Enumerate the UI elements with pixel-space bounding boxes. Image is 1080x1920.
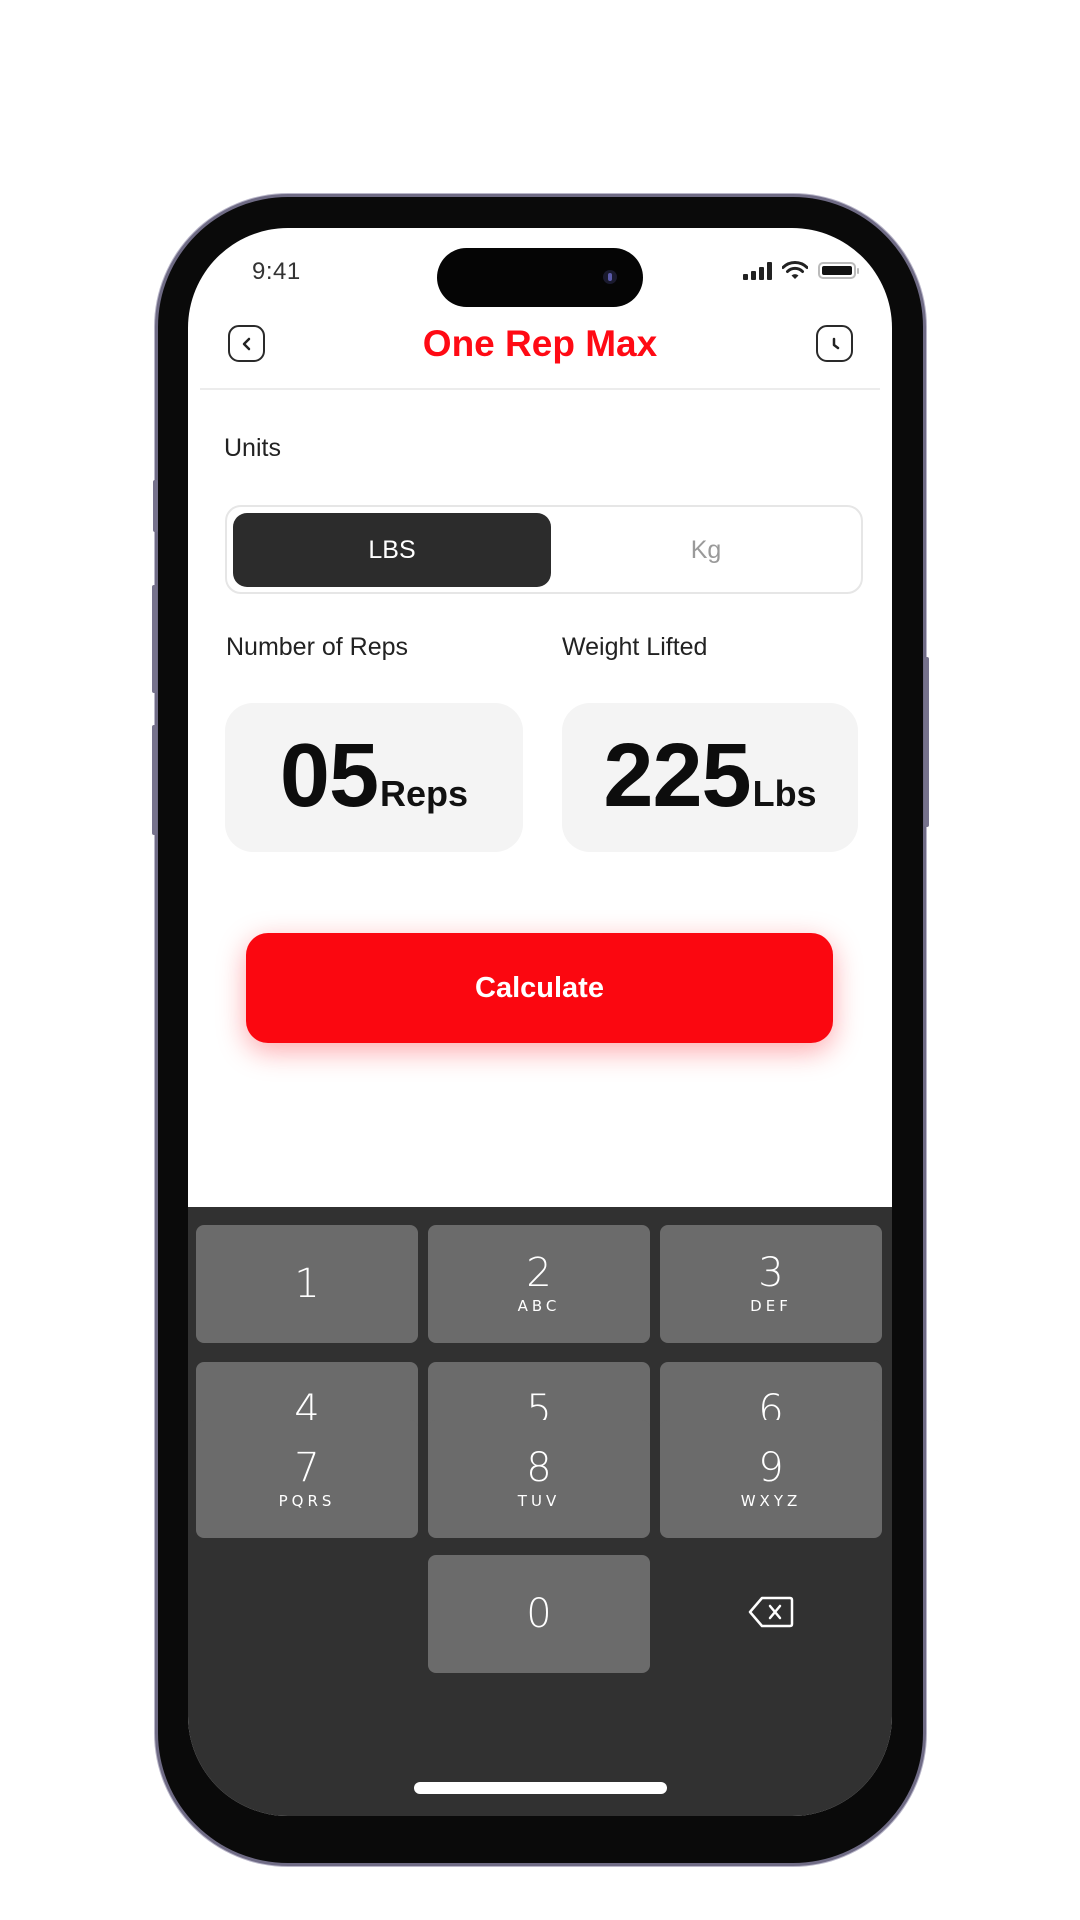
key-number: 2	[526, 1250, 552, 1296]
battery-icon	[818, 262, 859, 279]
key-1[interactable]: 1	[196, 1225, 418, 1343]
reps-value: 05	[279, 726, 379, 826]
key-number: 0	[526, 1591, 552, 1637]
key-8[interactable]: 8 TUV	[428, 1420, 650, 1538]
weight-value: 225	[603, 726, 751, 826]
reps-unit: Reps	[380, 773, 469, 814]
key-0[interactable]: 0	[428, 1555, 650, 1673]
history-button[interactable]	[816, 325, 853, 362]
unit-option-kg[interactable]: Kg	[557, 513, 855, 587]
units-label: Units	[224, 434, 281, 462]
signal-icon	[743, 261, 772, 280]
key-7[interactable]: 7 PQRS	[196, 1420, 418, 1538]
reps-input[interactable]: 05 Reps	[225, 703, 523, 852]
unit-option-lbs[interactable]: LBS	[233, 513, 551, 587]
weight-input[interactable]: 225 Lbs	[562, 703, 858, 852]
mute-switch	[153, 480, 158, 532]
clock-icon	[832, 337, 839, 349]
wifi-icon	[782, 261, 808, 279]
units-segmented-control: LBS Kg	[225, 505, 863, 594]
calculate-button[interactable]: Calculate	[246, 933, 833, 1043]
page-title: One Rep Max	[422, 323, 658, 364]
key-3[interactable]: 3 DEF	[660, 1225, 882, 1343]
header: One Rep Max	[188, 320, 892, 380]
key-number: 9	[758, 1445, 784, 1491]
key-letters: DEF	[750, 1297, 792, 1315]
key-letters: TUV	[517, 1492, 561, 1510]
weight-label: Weight Lifted	[562, 633, 708, 661]
numeric-keypad: 1 2 ABC 3 DEF 4 GHI 5 JKL 6 MNO 7 PQRS 8…	[188, 1207, 892, 1816]
power-button	[924, 657, 929, 827]
key-letters: WXYZ	[740, 1492, 802, 1510]
backspace-icon	[748, 1596, 794, 1628]
app-screen: 9:41 One Rep Max Units LBS Kg Number of …	[188, 228, 892, 1816]
key-number: 1	[294, 1261, 320, 1307]
volume-down-button	[152, 725, 157, 835]
key-9[interactable]: 9 WXYZ	[660, 1420, 882, 1538]
home-indicator[interactable]	[414, 1782, 667, 1794]
weight-unit: Lbs	[752, 773, 817, 814]
volume-up-button	[152, 585, 157, 693]
key-letters: ABC	[517, 1297, 561, 1315]
delete-key[interactable]	[660, 1553, 882, 1671]
dynamic-island	[437, 248, 643, 307]
key-letters: PQRS	[278, 1492, 336, 1510]
key-2[interactable]: 2 ABC	[428, 1225, 650, 1343]
status-time: 9:41	[252, 258, 301, 285]
key-number: 8	[526, 1445, 552, 1491]
key-number: 7	[294, 1445, 320, 1491]
reps-label: Number of Reps	[226, 633, 409, 661]
status-icons	[743, 261, 859, 280]
header-divider	[200, 388, 880, 390]
key-number: 3	[758, 1250, 784, 1296]
camera-icon	[603, 270, 617, 284]
